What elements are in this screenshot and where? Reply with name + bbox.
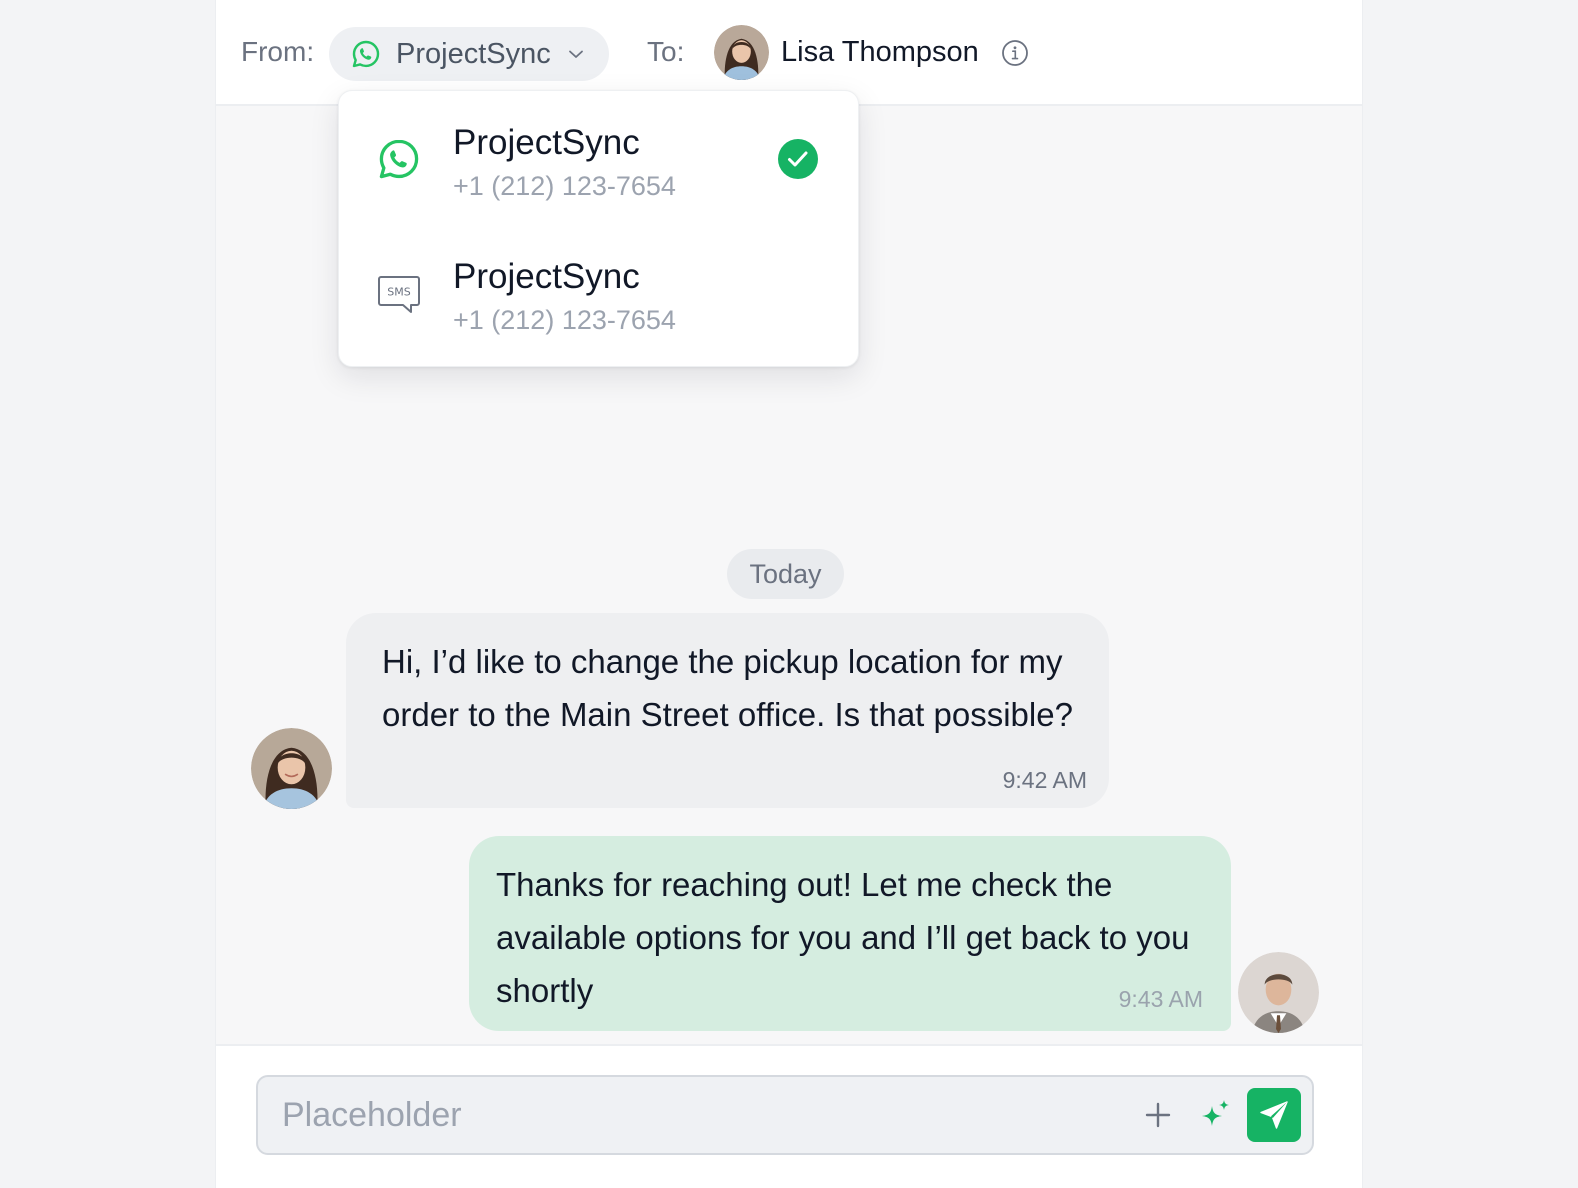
composer-bar xyxy=(216,1044,1362,1188)
contact-avatar xyxy=(251,728,332,809)
whatsapp-icon xyxy=(352,40,380,68)
chevron-down-icon xyxy=(568,50,583,58)
send-button[interactable] xyxy=(1247,1088,1301,1142)
date-divider: Today xyxy=(727,549,844,599)
message-time: 9:43 AM xyxy=(1118,986,1203,1012)
svg-text:SMS: SMS xyxy=(387,286,410,299)
to-label: To: xyxy=(647,36,685,67)
contact-avatar xyxy=(714,25,769,80)
selected-channel-name: ProjectSync xyxy=(396,37,551,70)
agent-avatar xyxy=(1238,952,1319,1033)
contact-name: Lisa Thompson xyxy=(781,36,979,68)
message-text: Thanks for reaching out! Let me check th… xyxy=(496,866,1190,1009)
channel-option-sms[interactable]: SMS ProjectSync +1 (212) 123-7654 xyxy=(339,225,858,359)
channel-select[interactable]: ProjectSync xyxy=(329,27,609,81)
channel-option-number: +1 (212) 123-7654 xyxy=(453,305,676,335)
message-input[interactable] xyxy=(282,1091,1102,1139)
composer xyxy=(256,1075,1314,1155)
info-icon[interactable] xyxy=(1001,39,1029,67)
channel-option-number: +1 (212) 123-7654 xyxy=(453,171,676,201)
message-text: Hi, I’d like to change the pickup locati… xyxy=(382,643,1073,733)
channel-option-title: ProjectSync xyxy=(453,257,640,296)
send-icon xyxy=(1260,1101,1288,1129)
channel-option-title: ProjectSync xyxy=(453,123,640,162)
conversation-panel: From: ProjectSync To: Lisa Thompson Toda… xyxy=(215,0,1363,1188)
check-circle-icon xyxy=(778,139,818,179)
outgoing-message: Thanks for reaching out! Let me check th… xyxy=(469,836,1231,1031)
whatsapp-icon xyxy=(379,139,419,179)
channel-option-whatsapp[interactable]: ProjectSync +1 (212) 123-7654 xyxy=(339,91,858,225)
sparkle-icon[interactable] xyxy=(1199,1098,1233,1132)
channel-dropdown: ProjectSync +1 (212) 123-7654 SMS Projec… xyxy=(338,90,859,367)
incoming-message: Hi, I’d like to change the pickup locati… xyxy=(346,613,1109,808)
add-attachment-icon[interactable] xyxy=(1142,1099,1174,1131)
message-time: 9:42 AM xyxy=(1002,767,1087,793)
sms-icon: SMS xyxy=(378,276,420,313)
from-label: From: xyxy=(241,36,315,67)
